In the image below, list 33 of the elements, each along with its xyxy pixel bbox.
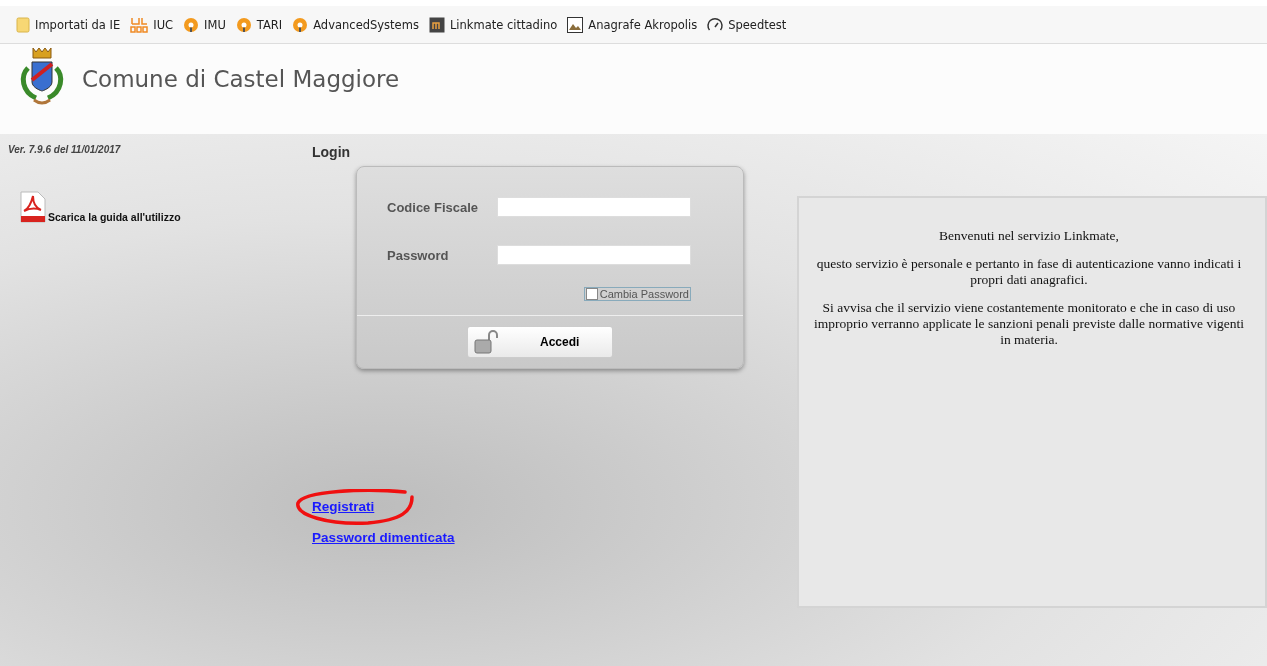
bookmark[interactable]: AdvancedSystems <box>292 16 419 33</box>
version-text: Ver. 7.9.6 del 11/01/2017 <box>8 144 122 155</box>
register-link[interactable]: Registrati <box>312 499 375 514</box>
pdf-icon <box>20 191 46 223</box>
forgot-password-link[interactable]: Password dimenticata <box>312 530 455 545</box>
folder-icon <box>16 16 30 33</box>
guide-link[interactable]: Scarica la guida all'utilizzo <box>8 191 300 223</box>
grid-icon <box>130 16 149 33</box>
circle-icon <box>183 16 200 33</box>
change-password-checkbox[interactable]: Cambia Password <box>583 287 691 301</box>
password-field[interactable] <box>497 245 691 265</box>
padlock-icon <box>474 330 500 354</box>
bookmark[interactable]: Anagrafe Akropolis <box>567 16 698 33</box>
field-label: Password <box>387 247 449 263</box>
bookmark[interactable]: TARI <box>235 16 283 33</box>
field-label: Codice Fiscale <box>387 199 479 215</box>
picture-icon <box>567 16 584 33</box>
bookmark[interactable]: IMU <box>183 16 226 33</box>
gauge-icon <box>707 16 724 33</box>
fiscal-code-field[interactable] <box>497 197 691 217</box>
info-paragraph: questo servizio è personale e pertanto in fase di autenticazione vanno indicati i propri dati anagrafici. <box>815 256 1243 288</box>
circle-icon <box>235 16 252 33</box>
square-icon <box>428 16 445 33</box>
bookmark[interactable]: Importati da IE <box>16 16 121 33</box>
circle-icon <box>292 16 309 33</box>
info-paragraph: Si avvisa che il servizio viene costantemente monitorato e che in caso di uso improprio verranno applicate le sanzioni penali previste dalle normative vigenti in materia. <box>813 300 1245 348</box>
bookmark[interactable]: Speedtest <box>707 16 787 33</box>
bookmark[interactable]: IUC <box>130 16 174 33</box>
site-title: Comune di Castel Maggiore <box>82 66 400 92</box>
login-heading: Login <box>312 144 352 160</box>
bookmark[interactable]: Linkmate cittadino <box>428 16 558 33</box>
login-button[interactable]: Accedi <box>467 326 613 358</box>
info-paragraph: Benvenuti nel servizio Linkmate, <box>938 228 1120 244</box>
